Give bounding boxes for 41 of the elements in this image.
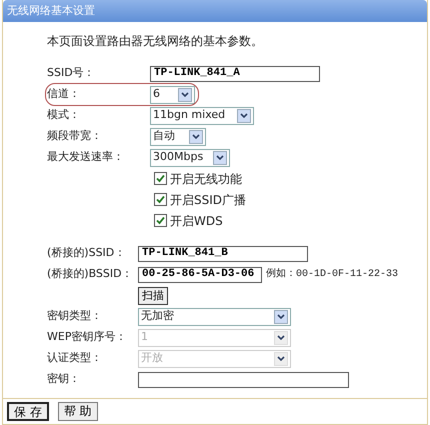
field-label: 频段带宽： bbox=[47, 129, 102, 142]
caret-icon bbox=[274, 330, 288, 344]
field-label: (桥接的)BSSID： bbox=[47, 267, 133, 280]
scan-button[interactable]: 扫描 bbox=[138, 286, 168, 304]
checkbox[interactable] bbox=[154, 214, 167, 227]
field-label: SSID号： bbox=[47, 66, 95, 80]
dropdown: 开放 bbox=[138, 350, 291, 368]
example-text: 例如：00-1D-0F-11-22-33 bbox=[266, 267, 398, 282]
dropdown[interactable]: 无加密 bbox=[138, 308, 291, 326]
checkbox[interactable] bbox=[154, 193, 167, 206]
field-label: 密钥： bbox=[47, 372, 80, 386]
checkbox-label: 开启WDS bbox=[170, 212, 223, 230]
caret-icon bbox=[274, 352, 288, 366]
intro-text: 本页面设置路由器无线网络的基本参数。 bbox=[47, 33, 264, 50]
dropdown[interactable]: 自动 bbox=[150, 128, 206, 146]
dropdown[interactable]: 300Mbps bbox=[150, 148, 230, 166]
input-field[interactable]: 00-25-86-5A-D3-06 bbox=[138, 266, 262, 282]
field-label: 最大发送速率： bbox=[47, 150, 124, 164]
dropdown[interactable]: 6 bbox=[150, 86, 195, 104]
dropdown: 1 bbox=[138, 328, 291, 346]
field-label: 信道： bbox=[47, 87, 80, 100]
help-button[interactable]: 帮 助 bbox=[58, 402, 98, 421]
field-label: 密钥类型： bbox=[47, 309, 102, 322]
input-field[interactable]: TP-LINK_841_A bbox=[150, 66, 320, 82]
field-label: 模式： bbox=[47, 108, 80, 122]
dropdown[interactable]: 11bgn mixed bbox=[150, 106, 254, 124]
input-field[interactable]: TP-LINK_841_B bbox=[138, 246, 308, 262]
input-field[interactable] bbox=[138, 372, 349, 388]
checkbox[interactable] bbox=[154, 172, 167, 185]
field-label: (桥接的)SSID： bbox=[47, 246, 126, 260]
caret-icon bbox=[274, 310, 288, 324]
field-label: 认证类型： bbox=[47, 351, 102, 364]
save-button[interactable]: 保 存 bbox=[7, 402, 49, 421]
caret-icon bbox=[189, 130, 203, 144]
window-title: 无线网络基本设置 bbox=[3, 0, 427, 22]
checkbox-label: 开启SSID广播 bbox=[170, 192, 246, 208]
caret-icon bbox=[213, 150, 227, 164]
caret-icon bbox=[178, 88, 192, 102]
field-label: WEP密钥序号： bbox=[47, 330, 126, 344]
checkbox-label: 开启无线功能 bbox=[170, 170, 242, 188]
caret-icon bbox=[237, 108, 251, 122]
